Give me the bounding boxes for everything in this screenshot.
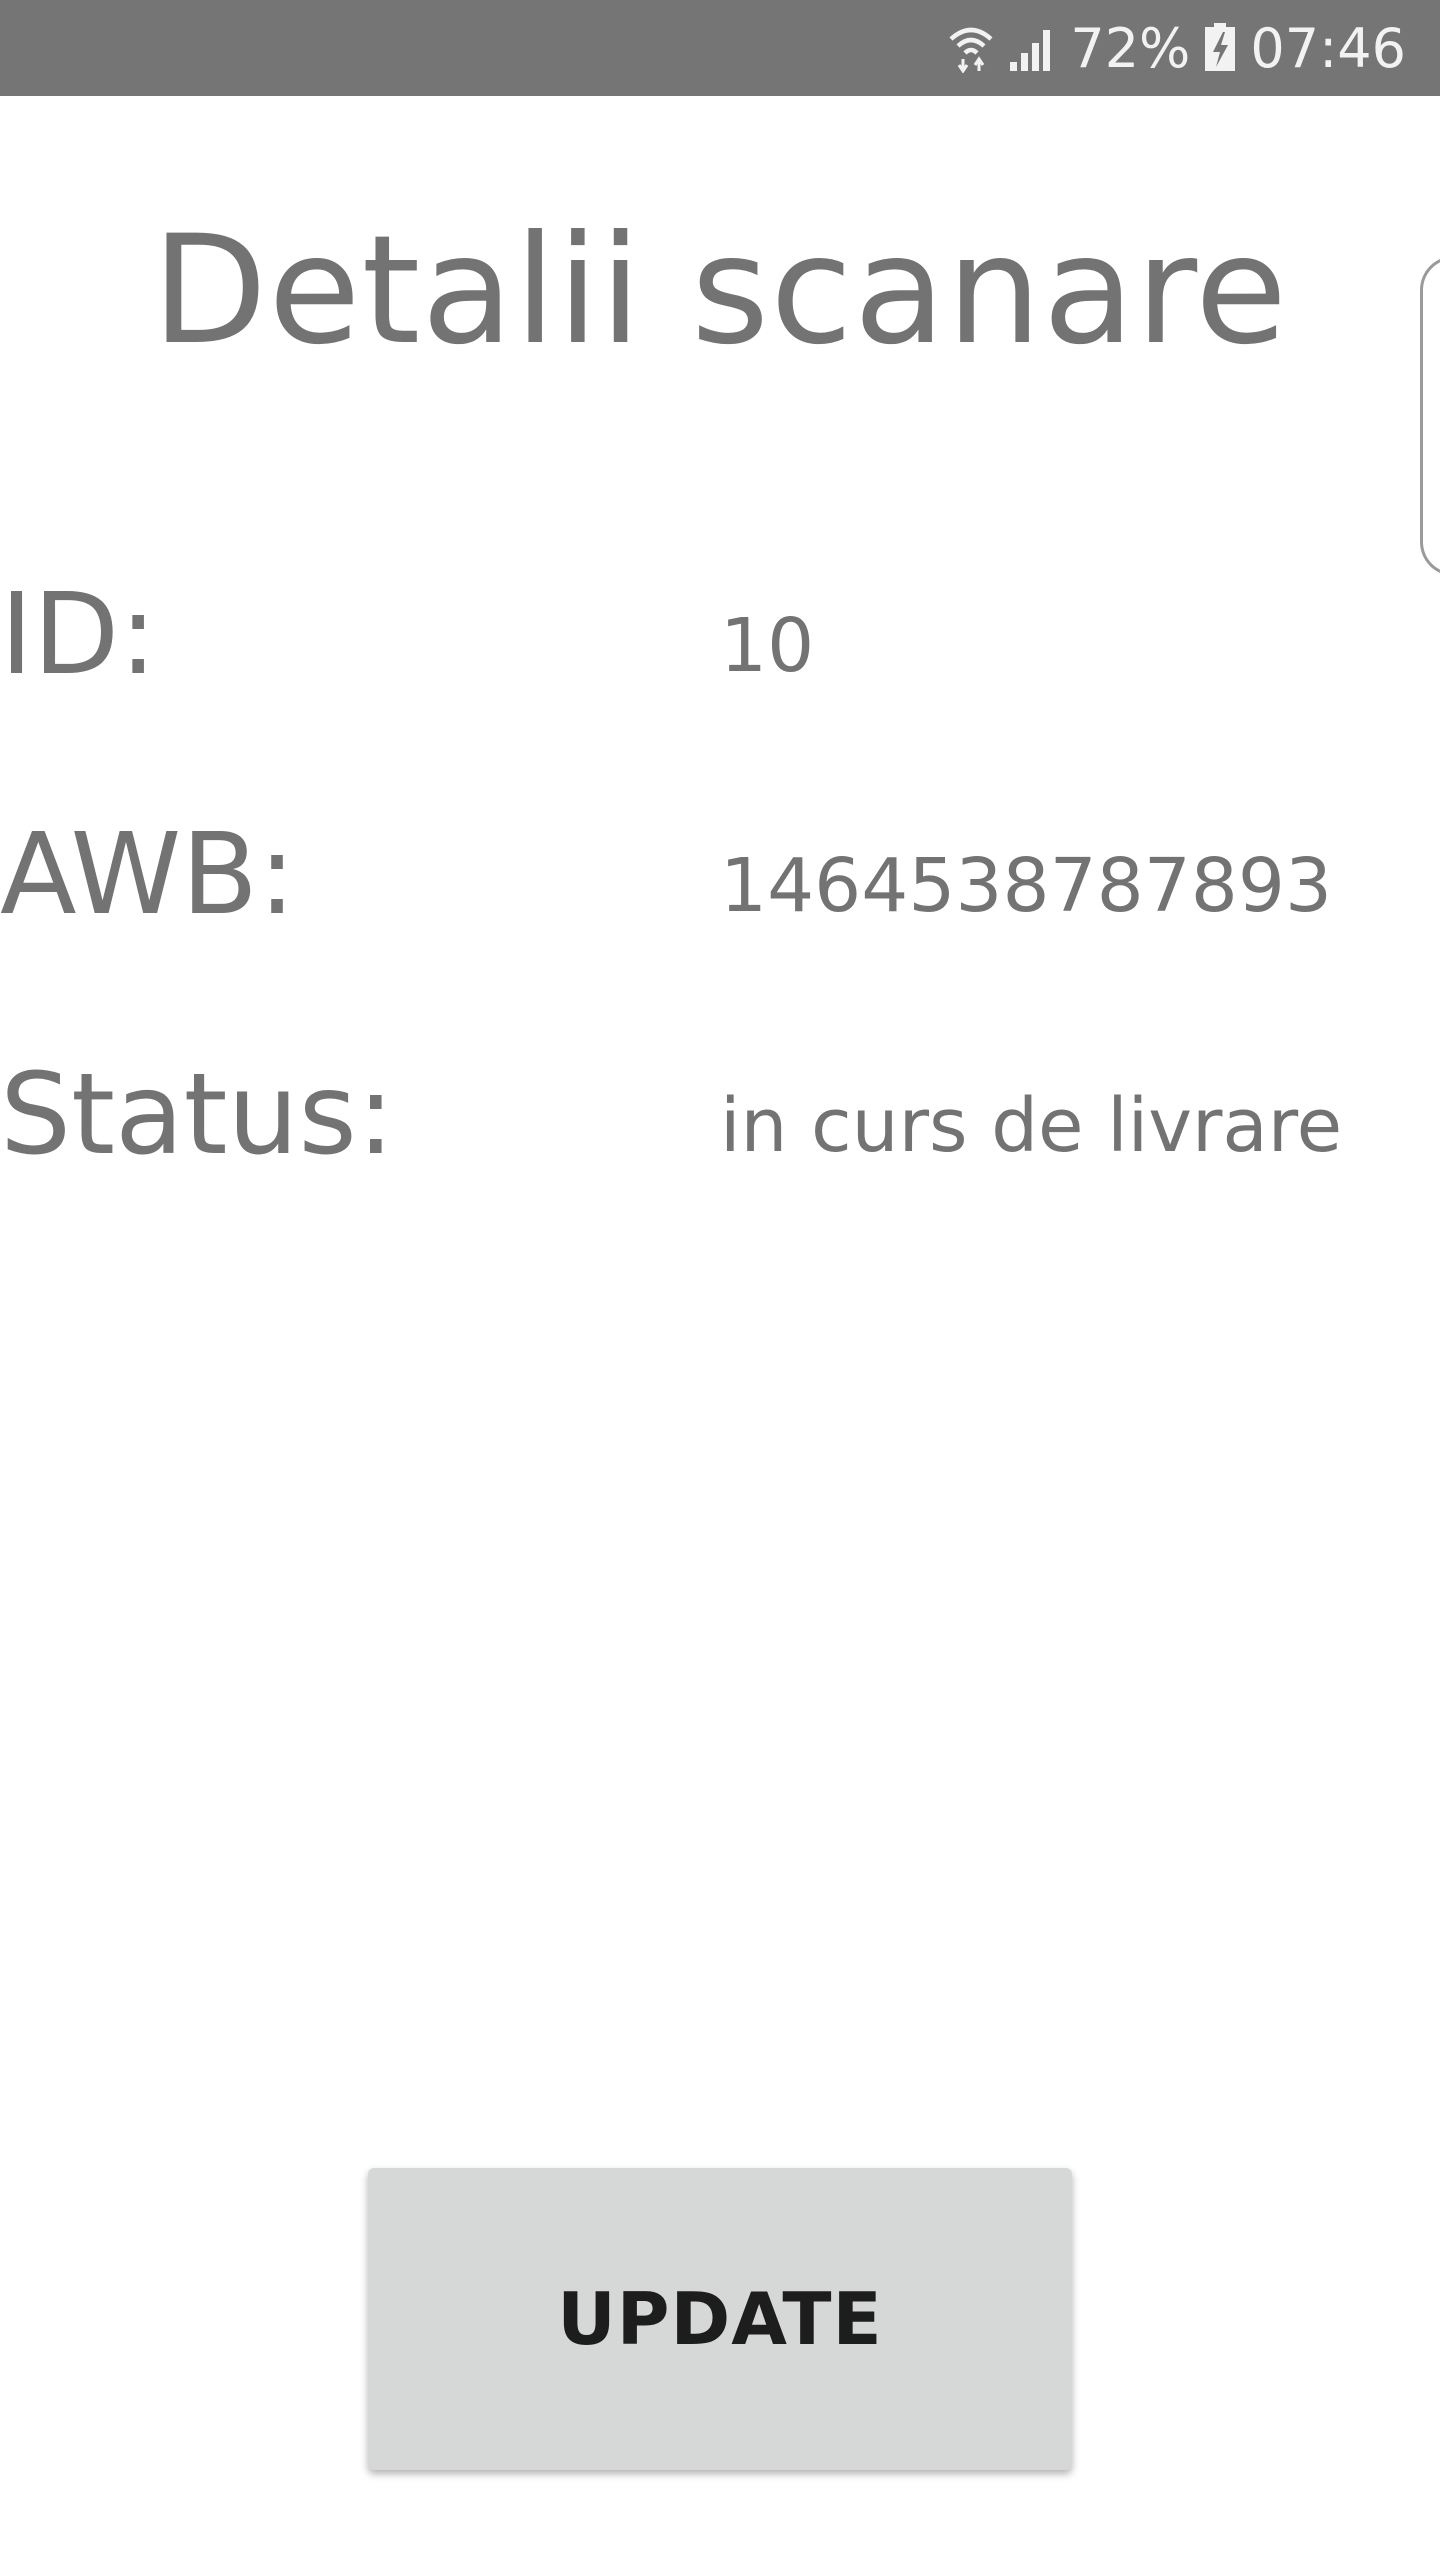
status-bar: 72% 07:46 (0, 0, 1440, 96)
status-bar-right: 72% 07:46 (948, 0, 1406, 96)
status-label: Status: (0, 1050, 395, 1180)
side-panel-edge[interactable] (1420, 256, 1440, 576)
signal-icon (1008, 24, 1056, 72)
id-label: ID: (0, 570, 158, 700)
battery-charging-icon (1204, 23, 1236, 73)
awb-value: 1464538787893 (720, 843, 1333, 929)
wifi-icon (948, 23, 994, 73)
update-button[interactable]: UPDATE (368, 2168, 1072, 2470)
page-title: Detalii scanare (151, 204, 1289, 378)
awb-label: AWB: (0, 810, 296, 940)
clock-time: 07:46 (1250, 16, 1406, 80)
id-value: 10 (720, 603, 815, 689)
battery-percent: 72% (1070, 16, 1191, 80)
status-value: in curs de livrare (720, 1083, 1343, 1169)
